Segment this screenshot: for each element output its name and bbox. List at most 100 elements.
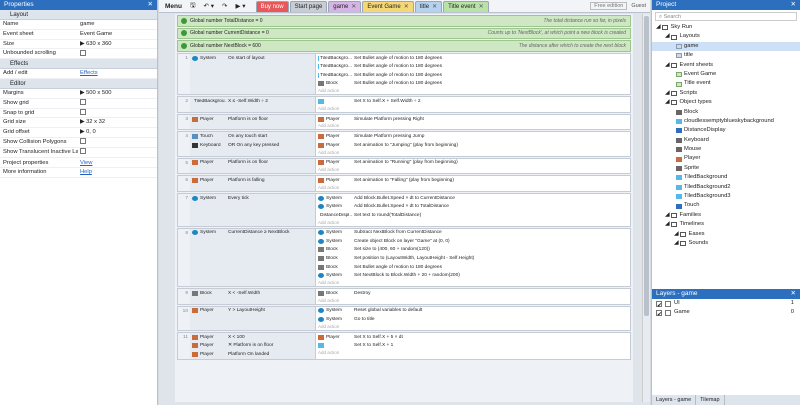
action[interactable]: System Create object Block on layer "Game… [316, 237, 630, 246]
close-icon[interactable]: ✕ [791, 0, 796, 10]
event-block[interactable]: 1 System On start of layout TiledBackgro...… [177, 52, 631, 96]
tree-item[interactable]: ◢ Object types [652, 98, 800, 107]
condition[interactable]: Keyboard OR On any key pressed [190, 141, 315, 150]
undo-icon[interactable]: ↶ ▾ [202, 2, 217, 10]
add-action-link[interactable]: Add action [316, 350, 630, 356]
add-action-link[interactable]: Add action [316, 106, 630, 112]
action[interactable]: Block Set position to (LayoutWidth, Layou… [316, 254, 630, 263]
expander-icon[interactable]: ◢ [665, 220, 669, 229]
action[interactable]: TiledBackgro... Set Bullet angle of motio… [316, 71, 630, 80]
property-row[interactable]: Show Translucent Inactive Layers [0, 148, 157, 158]
event-block[interactable]: 9 Block X < -Self.Width Block Destroy Add act… [177, 288, 631, 305]
property-row[interactable]: Name game [0, 20, 157, 30]
bottom-tab[interactable]: Tilemap [696, 395, 725, 405]
action[interactable]: Set X to Self.X + 1 [316, 341, 630, 350]
tree-item[interactable]: Title event [652, 79, 800, 88]
checkbox[interactable] [80, 138, 86, 145]
redo-icon[interactable]: ↷ [220, 2, 229, 10]
expander-icon[interactable]: ◢ [665, 32, 669, 41]
event-actions[interactable]: Player Set animation to "Falling" (play f… [316, 176, 630, 191]
event-conditions[interactable]: TiledBackgrou... X ≤ -Self.Width ÷ 2 [190, 97, 316, 112]
event-actions[interactable]: System Reset global variables to default S… [316, 307, 630, 330]
add-action-link[interactable]: Add action [316, 324, 630, 330]
close-tab-icon[interactable]: ✕ [351, 4, 356, 10]
add-action-link[interactable]: Add action [316, 220, 630, 226]
action[interactable]: TiledBackgro... Set Bullet angle of motio… [316, 62, 630, 71]
tree-item[interactable]: TiledBackground [652, 173, 800, 182]
event-block[interactable]: 3 Player Platform is on floor Player Simulat… [177, 113, 631, 131]
bottom-tab[interactable]: Layers - game [652, 395, 697, 405]
property-value[interactable]: Help [78, 168, 157, 177]
event-block[interactable]: 6 Player Platform is falling Player Set anim… [177, 175, 631, 192]
property-value[interactable]: game [78, 20, 157, 29]
add-action-link[interactable]: Add action [316, 150, 630, 156]
property-value[interactable]: ▶ 32 x 32 [78, 118, 157, 127]
close-icon[interactable]: ✕ [148, 0, 153, 10]
action[interactable]: Block Set Bullet angle of motion to 180 d… [316, 80, 630, 89]
tree-item[interactable]: ◢ Eases [652, 230, 800, 239]
event-conditions[interactable]: Touch On any touch start Keyboard OR On any… [190, 132, 316, 156]
property-row[interactable]: More information Help [0, 168, 157, 179]
add-action-link[interactable]: Add action [316, 88, 630, 94]
action[interactable]: Player Set animation to "Running" (play f… [316, 159, 630, 168]
action[interactable]: Player Simulate Platform pressing Jump [316, 132, 630, 141]
expander-icon[interactable]: ◢ [665, 211, 669, 220]
event-actions[interactable]: Player Simulate Platform pressing Right Ad… [316, 115, 630, 130]
action[interactable]: Block Set Bullet angle of motion to 180 d… [316, 263, 630, 272]
add-action-link[interactable]: Add action [316, 123, 630, 129]
event-block[interactable]: 10 Player Y > LayoutHeight System Reset glob… [177, 305, 631, 331]
condition[interactable]: Player Platform is on floor [190, 115, 315, 124]
tree-item[interactable]: Touch [652, 201, 800, 210]
action[interactable]: System Add Block.Bullet.Speed × dt to Cur… [316, 194, 630, 203]
property-row[interactable]: Show Collision Polygons [0, 138, 157, 148]
action[interactable]: Player Simulate Platform pressing Right [316, 115, 630, 124]
action[interactable]: System Add Block.Bullet.Speed × dt to Tot… [316, 202, 630, 211]
property-value[interactable]: Effects [78, 69, 157, 78]
tab-title-event[interactable]: Title event ✕ [443, 1, 489, 12]
event-conditions[interactable]: System CurrentDistance ≥ NextBlock [190, 228, 316, 287]
tree-item[interactable]: TiledBackground3 [652, 192, 800, 201]
event-actions[interactable]: System Subtract NextBlock from CurrentDis… [316, 229, 630, 287]
property-row[interactable]: Grid offset ▶ 0, 0 [0, 128, 157, 138]
event-actions[interactable]: Set X to Self.X + Self.Width ÷ 2 Add acti… [316, 97, 630, 112]
tree-item[interactable]: title [652, 51, 800, 60]
tab-game[interactable]: game ✕ [328, 1, 362, 12]
property-value[interactable] [78, 99, 157, 108]
event-conditions[interactable]: Player Platform is on floor [190, 158, 316, 174]
condition[interactable]: Player ✕ Platform is on floor [190, 341, 315, 350]
event-conditions[interactable]: Block X < -Self.Width [190, 289, 316, 304]
global-variable-row[interactable]: Global number CurrentDistance = 0 Counts … [177, 27, 631, 40]
action[interactable]: Player Set animation to "Jumping" (play f… [316, 141, 630, 150]
tab-event-game[interactable]: Event Game ✕ [362, 1, 414, 12]
condition[interactable]: TiledBackgrou... X ≤ -Self.Width ÷ 2 [190, 97, 315, 106]
tree-item[interactable]: Keyboard [652, 136, 800, 145]
property-value[interactable] [78, 109, 157, 118]
tab-start-page[interactable]: Start page [289, 1, 328, 12]
tree-item[interactable]: Player [652, 154, 800, 163]
layer-row[interactable]: ✔ UI 1 [652, 299, 800, 309]
action[interactable]: Block Set size to (400, 60 + random(120)) [316, 246, 630, 255]
action[interactable]: System Set NextBlock to Block.Width + 20 … [316, 271, 630, 280]
property-value[interactable]: ▶ 500 x 500 [78, 89, 157, 98]
close-tab-icon[interactable]: ✕ [404, 4, 409, 10]
property-value[interactable]: Event Game [78, 30, 157, 39]
action[interactable]: System Reset global variables to default [316, 307, 630, 316]
property-row[interactable]: Project properties View [0, 159, 157, 169]
global-variable-row[interactable]: Global number NextBlock = 600 The distanc… [177, 40, 631, 52]
property-value[interactable] [78, 49, 157, 58]
event-block[interactable]: 7 System Every tick System Add Block.Bullet.… [177, 192, 631, 227]
save-icon[interactable]: 🖫 [188, 1, 198, 12]
action[interactable]: Player Set animation to "Falling" (play f… [316, 176, 630, 185]
expander-icon[interactable]: ◢ [674, 230, 678, 239]
event-block[interactable]: 8 System CurrentDistance ≥ NextBlock System… [177, 227, 631, 288]
property-row[interactable]: Grid size ▶ 32 x 32 [0, 118, 157, 129]
tree-item[interactable]: ◢ Layouts [652, 32, 800, 41]
layer-lock-checkbox[interactable] [665, 310, 671, 317]
action[interactable]: DistanceDispl... Set text to round(TotalD… [316, 211, 630, 220]
tree-item[interactable]: ◢ Sky Run [652, 23, 800, 32]
expander-icon[interactable]: ◢ [665, 89, 669, 98]
property-row[interactable]: Event sheet Event Game [0, 30, 157, 40]
property-row[interactable]: Unbounded scrolling [0, 49, 157, 60]
layer-row[interactable]: ✔ Game 0 [652, 308, 800, 318]
close-tab-icon[interactable]: ✕ [432, 4, 437, 10]
